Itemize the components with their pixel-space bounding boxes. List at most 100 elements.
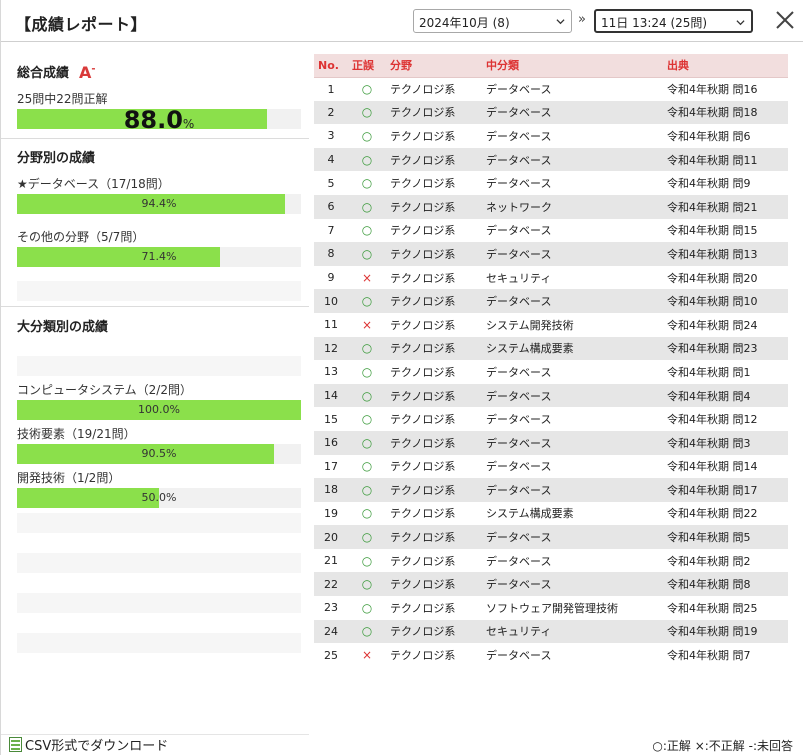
placeholder-bar (17, 593, 301, 613)
close-icon[interactable] (772, 7, 798, 33)
cell-no: 14 (324, 389, 338, 403)
cell-category: システム構成要素 (486, 342, 574, 356)
cell-field: テクノロジ系 (390, 224, 456, 238)
cell-source: 令和4年秋期 問2 (667, 554, 751, 568)
table-row: 7 ○ テクノロジ系 データベース 令和4年秋期 問15 (314, 219, 788, 243)
cell-category: ネットワーク (486, 200, 552, 214)
cell-no: 13 (324, 365, 338, 379)
csv-download-label: CSV形式でダウンロード (25, 739, 169, 754)
cell-no: 10 (324, 294, 338, 308)
session-select[interactable]: 11日 13:24 (25問) (594, 9, 753, 33)
cell-field: テクノロジ系 (390, 554, 456, 568)
table-row: 12 ○ テクノロジ系 システム構成要素 令和4年秋期 問23 (314, 336, 788, 361)
cell-no: 4 (327, 153, 335, 167)
field-title: 分野別の成績 (17, 151, 96, 166)
bar-label: 開発技術（1/2問） (17, 471, 121, 485)
score-bar: 90.5% (17, 444, 301, 464)
score-bar-percent: 71.4% (141, 250, 177, 263)
cell-field: テクノロジ系 (390, 342, 456, 356)
table-row: 15 ○ テクノロジ系 データベース 令和4年秋期 問12 (314, 407, 788, 431)
summary-title: 総合成績 (17, 66, 70, 81)
cell-no: 22 (324, 577, 338, 591)
cell-result: × (361, 648, 373, 663)
chevron-down-icon (736, 20, 745, 26)
cell-no: 20 (324, 530, 338, 544)
chevron-down-icon (556, 19, 565, 25)
cell-category: データベース (486, 106, 552, 120)
placeholder-bar (17, 633, 301, 653)
cell-result: ○ (361, 553, 373, 568)
placeholder-bar (17, 356, 301, 376)
cell-no: 9 (327, 271, 335, 285)
cell-no: 23 (324, 601, 338, 615)
cell-result: × (361, 270, 373, 285)
cell-category: データベース (486, 483, 552, 497)
cell-category: データベース (486, 554, 552, 568)
cell-no: 21 (324, 554, 338, 568)
cell-result: ○ (361, 294, 373, 309)
cell-category: データベース (486, 83, 552, 97)
cell-category: システム開発技術 (486, 318, 574, 332)
summary-unit: % (182, 117, 195, 131)
cell-category: データベース (486, 224, 552, 238)
cell-no: 17 (324, 459, 338, 473)
score-bar-percent: 90.5% (141, 447, 177, 460)
summary-caption: 25問中22問正解 (17, 92, 108, 106)
table-row: 10 ○ テクノロジ系 データベース 令和4年秋期 問10 (314, 289, 788, 313)
table-row: 3 ○ テクノロジ系 データベース 令和4年秋期 問6 (314, 124, 788, 148)
page-title: 【成績レポート】 (15, 15, 148, 34)
table-row: 9 × テクノロジ系 セキュリティ 令和4年秋期 問20 (314, 266, 788, 290)
csv-download-link[interactable]: CSV形式でダウンロード (9, 735, 168, 754)
cell-field: テクノロジ系 (390, 578, 456, 592)
cell-field: テクノロジ系 (390, 413, 456, 427)
score-bar: 94.4% (17, 194, 301, 214)
divider (1, 306, 309, 307)
header: 【成績レポート】 2024年10月 (8) » 11日 13:24 (25問) (1, 0, 803, 42)
cell-source: 令和4年秋期 問12 (667, 413, 758, 427)
cell-no: 1 (327, 82, 335, 96)
cell-field: テクノロジ系 (390, 271, 456, 285)
score-bar: 71.4% (17, 247, 301, 267)
table-row: 13 ○ テクノロジ系 データベース 令和4年秋期 問1 (314, 360, 788, 384)
cell-source: 令和4年秋期 問20 (667, 271, 758, 285)
cell-field: テクノロジ系 (390, 177, 456, 191)
cell-source: 令和4年秋期 問9 (667, 177, 751, 191)
table-row: 24 ○ テクノロジ系 セキュリティ 令和4年秋期 問19 (314, 619, 788, 644)
placeholder-bar (17, 513, 301, 533)
cell-source: 令和4年秋期 問19 (667, 625, 758, 639)
cell-source: 令和4年秋期 問21 (667, 200, 758, 214)
month-select[interactable]: 2024年10月 (8) (413, 9, 572, 33)
field-section: 分野別の成績 ★データベース（17/18問） 94.4% その他の分野（5/7問） 7… (17, 147, 301, 301)
cell-field: テクノロジ系 (390, 365, 456, 379)
cell-field: テクノロジ系 (390, 436, 456, 450)
cell-result: ○ (361, 364, 373, 379)
cell-category: データベース (486, 129, 552, 143)
cell-result: ○ (361, 624, 373, 639)
cell-result: ○ (361, 459, 373, 474)
cell-no: 3 (327, 129, 335, 143)
cell-field: テクノロジ系 (390, 625, 456, 639)
table-row: 6 ○ テクノロジ系 ネットワーク 令和4年秋期 問21 (314, 194, 788, 219)
table-row: 23 ○ テクノロジ系 ソフトウェア開発管理技術 令和4年秋期 問25 (314, 596, 788, 620)
cell-result: ○ (361, 577, 373, 592)
cell-source: 令和4年秋期 問18 (667, 106, 758, 120)
cell-category: データベース (486, 531, 552, 545)
major-section: 大分類別の成績 コンピュータシステム（2/2問） 100.0% 技術要素（19/21… (17, 316, 301, 653)
cell-field: テクノロジ系 (390, 389, 456, 403)
cell-source: 令和4年秋期 問16 (667, 83, 758, 97)
cell-no: 19 (324, 506, 338, 520)
table-header-row: No. 正誤 分野 中分類 出典 (314, 54, 788, 78)
report-window: 【成績レポート】 2024年10月 (8) » 11日 13:24 (25問) … (0, 0, 803, 755)
cell-result: ○ (361, 246, 373, 261)
bar-label: その他の分野（5/7問） (17, 230, 145, 244)
cell-source: 令和4年秋期 問25 (667, 601, 758, 615)
cell-result: ○ (361, 176, 373, 191)
results-table: No. 正誤 分野 中分類 出典 1 ○ テクノロジ系 データベース 令和4年秋期 問1… (314, 54, 788, 667)
cell-result: ○ (361, 152, 373, 167)
cell-source: 令和4年秋期 問4 (667, 389, 751, 403)
score-bar-percent: 50.0% (141, 491, 177, 504)
col-header-result: 正誤 (348, 54, 386, 78)
session-select-value: 11日 13:24 (25問) (601, 16, 708, 30)
bar-label: 技術要素（19/21問） (17, 427, 136, 441)
cell-field: テクノロジ系 (390, 318, 456, 332)
